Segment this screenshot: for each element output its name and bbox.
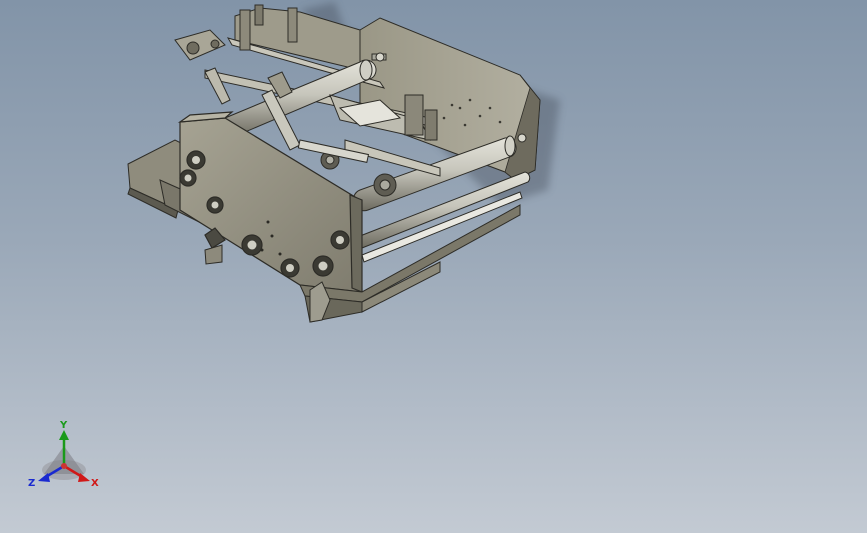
graphics-viewport[interactable]: Y X Z [0,0,867,533]
x-axis-label: X [91,478,99,489]
cad-model-assembly[interactable] [0,0,867,533]
front-side-plate [177,111,363,293]
y-axis-label: Y [59,420,68,431]
z-axis-label: Z [28,478,35,489]
triad-origin [61,463,67,469]
view-orientation-triad[interactable]: Y X Z [22,418,112,498]
